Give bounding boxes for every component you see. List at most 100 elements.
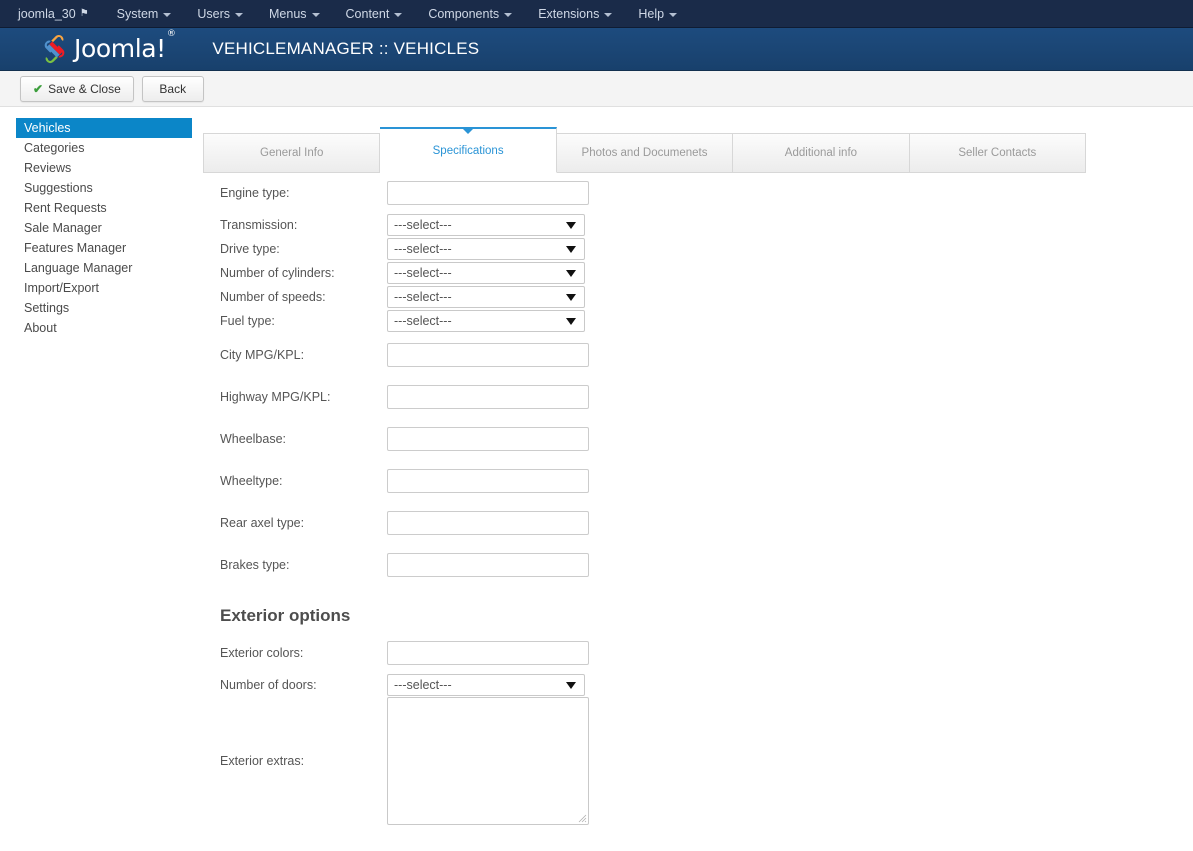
- sidebar-item-label: Sale Manager: [24, 221, 102, 235]
- adminbar-menu-menus[interactable]: Menus: [269, 7, 320, 21]
- transmission-select-value: ---select---: [394, 218, 452, 232]
- wheeltype-input[interactable]: [387, 469, 589, 493]
- field-label-drive-type: Drive type:: [220, 242, 280, 256]
- adminbar-menu-users[interactable]: Users: [197, 7, 243, 21]
- specifications-form: Engine type: Transmission: ---select--- …: [220, 180, 1090, 825]
- adminbar-menu-label: Extensions: [538, 6, 600, 21]
- field-row-drive-type: Drive type: ---select---: [220, 237, 1090, 261]
- tab-bar: General Info Specifications Photos and D…: [203, 127, 1087, 173]
- sidebar-item-label: Import/Export: [24, 281, 100, 295]
- adminbar-site-link[interactable]: joomla_30 ⚑: [18, 7, 89, 21]
- adminbar-menu-system[interactable]: System: [117, 7, 172, 21]
- field-label-highway-mpg: Highway MPG/KPL:: [220, 390, 331, 404]
- field-row-highway-mpg: Highway MPG/KPL:: [220, 384, 1090, 410]
- exterior-extras-wrap: [387, 697, 589, 825]
- tab-specifications[interactable]: Specifications: [380, 127, 557, 173]
- sidebar-item-rent-requests[interactable]: Rent Requests: [16, 198, 192, 218]
- engine-type-input[interactable]: [387, 181, 589, 205]
- sidebar-item-about[interactable]: About: [16, 318, 192, 338]
- chevron-down-icon: [566, 245, 576, 253]
- back-label: Back: [159, 81, 187, 96]
- sidebar-item-import-export[interactable]: Import/Export: [16, 278, 192, 298]
- field-label-engine-type: Engine type:: [220, 186, 290, 200]
- admin-bar: joomla_30 ⚑ System Users Menus Content C…: [0, 0, 1193, 28]
- number-of-doors-select[interactable]: ---select---: [387, 674, 585, 696]
- back-button[interactable]: Back: [141, 75, 204, 102]
- number-of-speeds-select-value: ---select---: [394, 290, 452, 304]
- chevron-down-icon: [311, 12, 320, 17]
- chevron-down-icon: [566, 681, 576, 689]
- adminbar-menu-label: Menus: [269, 6, 307, 21]
- adminbar-menu-label: Components: [428, 6, 500, 21]
- field-row-exterior-colors: Exterior colors:: [220, 640, 1090, 666]
- field-label-rear-axel-type: Rear axel type:: [220, 516, 305, 530]
- brakes-type-input[interactable]: [387, 553, 589, 577]
- tab-general-info[interactable]: General Info: [203, 133, 381, 173]
- sidebar-item-categories[interactable]: Categories: [16, 138, 192, 158]
- field-row-wheelbase: Wheelbase:: [220, 426, 1090, 452]
- field-row-rear-axel-type: Rear axel type:: [220, 510, 1090, 536]
- checkmark-icon: ✔: [33, 81, 44, 96]
- number-of-speeds-select[interactable]: ---select---: [387, 286, 585, 308]
- sidebar-item-label: Suggestions: [24, 181, 93, 195]
- adminbar-menu-content[interactable]: Content: [346, 7, 403, 21]
- chevron-down-icon: [604, 12, 613, 17]
- chevron-down-icon: [394, 12, 403, 17]
- tab-label: Specifications: [432, 144, 504, 157]
- number-of-doors-select-value: ---select---: [394, 678, 452, 692]
- rear-axel-type-input[interactable]: [387, 511, 589, 535]
- sidebar-item-language-manager[interactable]: Language Manager: [16, 258, 192, 278]
- sidebar-item-features-manager[interactable]: Features Manager: [16, 238, 192, 258]
- site-header: Joomla!® VEHICLEMANAGER :: VEHICLES: [0, 28, 1193, 71]
- registered-mark: ®: [166, 29, 176, 40]
- adminbar-menu-components[interactable]: Components: [428, 6, 513, 21]
- sidebar-item-vehicles[interactable]: Vehicles: [16, 118, 192, 138]
- page-title: VEHICLEMANAGER :: VEHICLES: [212, 39, 480, 58]
- highway-mpg-input[interactable]: [387, 385, 589, 409]
- chevron-down-icon: [566, 293, 576, 301]
- field-row-number-of-doors: Number of doors: ---select---: [220, 673, 1090, 697]
- city-mpg-input[interactable]: [387, 343, 589, 367]
- sidebar: Vehicles Categories Reviews Suggestions …: [16, 118, 192, 338]
- adminbar-menu-extensions[interactable]: Extensions: [538, 6, 613, 21]
- field-label-exterior-extras: Exterior extras:: [220, 754, 305, 768]
- tab-seller-contacts[interactable]: Seller Contacts: [909, 133, 1087, 173]
- sidebar-item-sale-manager[interactable]: Sale Manager: [16, 218, 192, 238]
- drive-type-select[interactable]: ---select---: [387, 238, 585, 260]
- tab-label: General Info: [260, 147, 324, 159]
- sidebar-item-label: Reviews: [24, 161, 72, 175]
- sidebar-item-suggestions[interactable]: Suggestions: [16, 178, 192, 198]
- toolbar: ✔ Save & Close Back: [0, 71, 1193, 107]
- tab-photos-and-documents[interactable]: Photos and Documenets: [556, 133, 734, 173]
- fuel-type-select[interactable]: ---select---: [387, 310, 585, 332]
- adminbar-menu-help[interactable]: Help: [638, 6, 678, 21]
- field-label-wheelbase: Wheelbase:: [220, 432, 287, 446]
- field-row-brakes-type: Brakes type:: [220, 552, 1090, 578]
- chevron-down-icon: [504, 12, 513, 17]
- transmission-select[interactable]: ---select---: [387, 214, 585, 236]
- exterior-extras-textarea[interactable]: [387, 697, 589, 825]
- sidebar-item-label: Rent Requests: [24, 201, 107, 215]
- wheelbase-input[interactable]: [387, 427, 589, 451]
- sidebar-item-label: About: [24, 321, 57, 335]
- field-label-exterior-colors: Exterior colors:: [220, 646, 304, 660]
- sidebar-item-reviews[interactable]: Reviews: [16, 158, 192, 178]
- exterior-colors-input[interactable]: [387, 641, 589, 665]
- chevron-down-icon: [566, 317, 576, 325]
- joomla-logo-icon: [40, 34, 70, 64]
- tab-label: Photos and Documenets: [581, 147, 708, 159]
- sidebar-item-settings[interactable]: Settings: [16, 298, 192, 318]
- external-link-icon: ⚑: [79, 8, 89, 19]
- number-of-cylinders-select[interactable]: ---select---: [387, 262, 585, 284]
- tab-additional-info[interactable]: Additional info: [733, 133, 910, 173]
- field-row-number-of-speeds: Number of speeds: ---select---: [220, 285, 1090, 309]
- save-and-close-button[interactable]: ✔ Save & Close: [20, 75, 134, 102]
- field-row-wheeltype: Wheeltype:: [220, 468, 1090, 494]
- adminbar-menu-label: Help: [638, 6, 665, 21]
- chevron-down-icon: [235, 12, 243, 17]
- sidebar-item-label: Settings: [24, 301, 70, 315]
- adminbar-menu-label: System: [116, 6, 159, 21]
- joomla-logo-text: Joomla!®: [74, 29, 176, 62]
- fuel-type-select-value: ---select---: [394, 314, 452, 328]
- field-row-transmission: Transmission: ---select---: [220, 213, 1090, 237]
